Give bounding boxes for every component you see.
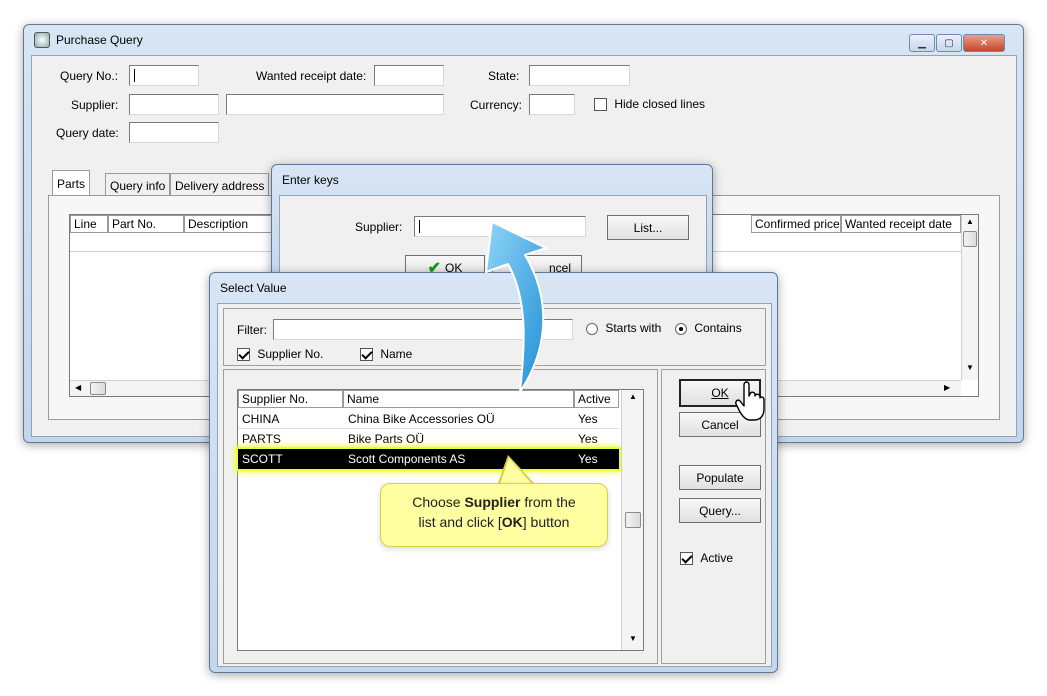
list-item[interactable]: CHINA China Bike Accessories OÜ Yes [238,409,619,429]
tab-query-info[interactable]: Query info [105,173,171,197]
filter-label: Filter: [237,323,267,337]
select-value-title: Select Value [220,281,287,295]
select-value-dialog: Select Value Filter: Starts with Contain… [209,272,778,673]
col-name[interactable]: Name [343,390,574,408]
query-date-label: Query date: [56,126,119,140]
contains-radio[interactable]: Contains [675,321,742,335]
hide-closed-checkbox-box[interactable] [594,98,607,112]
grid-vertical-scrollbar[interactable]: ▲ ▼ [961,215,978,380]
hand-pointer-icon [734,379,766,423]
scroll-up-icon[interactable]: ▲ [966,217,974,226]
app-icon [34,32,50,48]
grid-hscroll-thumb[interactable] [90,382,106,395]
currency-label: Currency: [470,98,523,112]
supplier-no-checkbox-box[interactable] [237,348,250,362]
query-no-input[interactable] [129,65,199,86]
tab-parts[interactable]: Parts [52,170,91,196]
scroll-left-icon[interactable]: ◀ [75,383,81,392]
name-checkbox-box[interactable] [360,348,373,362]
enter-keys-titlebar: Enter keys [272,165,712,195]
hide-closed-checkbox[interactable]: Hide closed lines [594,97,706,112]
enter-keys-list-button[interactable]: List... [607,215,689,240]
col-line[interactable]: Line [70,215,108,233]
query-date-input[interactable] [129,122,219,143]
window-title: Purchase Query [56,33,143,47]
close-button[interactable]: ✕ [963,34,1005,52]
col-confirmed-price[interactable]: Confirmed price [751,215,841,233]
supplier-no-input[interactable] [129,94,219,115]
minimize-button[interactable]: ▁ [909,34,935,52]
active-checkbox[interactable]: Active [680,551,733,566]
query-button[interactable]: Query... [679,498,761,523]
currency-input[interactable] [529,94,575,115]
active-checkbox-box[interactable] [680,552,693,566]
enter-keys-supplier-label: Supplier: [355,220,403,234]
instruction-callout: Choose Supplier from the list and click … [380,483,608,547]
enter-keys-dialog: Enter keys Supplier: List... ✔ OK ncel [271,164,713,289]
state-input[interactable] [529,65,630,86]
populate-button[interactable]: Populate [679,465,761,490]
col-wanted-receipt-date[interactable]: Wanted receipt date [841,215,961,233]
wanted-receipt-date-input[interactable] [374,65,444,86]
purchase-query-titlebar: Purchase Query [24,25,1023,55]
filter-panel: Filter: Starts with Contains Supplier No… [223,308,766,366]
col-active[interactable]: Active [574,390,619,408]
supplier-no-checkbox[interactable]: Supplier No. [237,347,323,362]
query-no-label: Query No.: [60,69,119,83]
list-vertical-scrollbar[interactable]: ▲ ▼ [621,390,643,650]
col-part-no[interactable]: Part No. [108,215,184,233]
list-vscroll-thumb[interactable] [625,512,641,528]
list-item[interactable]: PARTS Bike Parts OÜ Yes [238,429,619,449]
maximize-button[interactable]: ▢ [936,34,962,52]
starts-with-radio[interactable]: Starts with [586,321,661,335]
enter-keys-title: Enter keys [282,173,339,187]
state-label: State: [488,69,520,83]
contains-radio-button[interactable] [675,322,687,335]
instruction-callout-pointer-fill [500,458,532,484]
col-supplier-no[interactable]: Supplier No. [238,390,343,408]
tab-delivery-address[interactable]: Delivery address [170,173,270,197]
list-item-selected[interactable]: SCOTT Scott Components AS Yes [238,449,619,469]
instruction-line-1: Choose Supplier from the [412,494,576,510]
hide-closed-label: Hide closed lines [614,97,706,111]
list-scroll-up-icon[interactable]: ▲ [629,392,637,401]
select-value-titlebar: Select Value [210,273,777,303]
instruction-line-2: list and click [OK] button [418,514,570,530]
grid-vscroll-thumb[interactable] [963,231,977,247]
scroll-down-icon[interactable]: ▼ [966,363,974,372]
scroll-right-icon[interactable]: ▶ [944,383,950,392]
name-checkbox[interactable]: Name [360,347,412,362]
col-description[interactable]: Description [184,215,284,233]
filter-input[interactable] [273,319,573,340]
starts-with-radio-button[interactable] [586,322,598,335]
wanted-receipt-date-label: Wanted receipt date: [256,69,367,83]
supplier-name-input[interactable] [226,94,444,115]
enter-keys-supplier-input[interactable] [414,216,586,237]
supplier-label: Supplier: [71,98,119,112]
list-scroll-down-icon[interactable]: ▼ [629,634,637,643]
